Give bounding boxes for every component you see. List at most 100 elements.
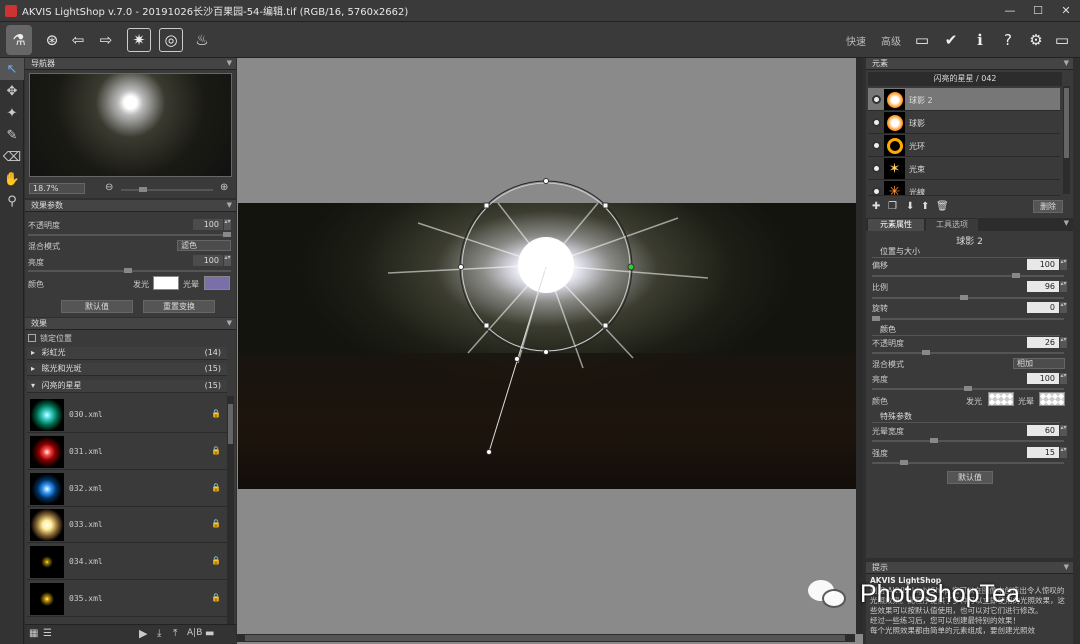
zoom-slider[interactable] xyxy=(121,187,213,192)
effect-item[interactable]: 035.xml 🔒 xyxy=(27,581,227,617)
blend-mode-select[interactable]: 相加 xyxy=(1013,358,1065,369)
element-item[interactable]: 球影 xyxy=(868,111,1060,134)
visibility-icon[interactable] xyxy=(872,141,881,150)
tab-tool-options[interactable]: 工具选项 xyxy=(926,219,978,231)
transform-tool-icon[interactable]: ✥ xyxy=(0,80,24,102)
element-item[interactable]: 光环 xyxy=(868,134,1060,157)
redo-button[interactable]: ⇨ xyxy=(94,28,118,52)
opacity-value[interactable]: 26 xyxy=(1027,337,1059,348)
canvas-scrollbar-h[interactable] xyxy=(237,634,855,642)
folder-icon[interactable]: ▬ xyxy=(205,628,214,639)
collapse-icon[interactable]: ▼ xyxy=(1064,58,1069,69)
elements-scrollbar[interactable] xyxy=(1063,86,1070,194)
rename-icon[interactable]: A|B xyxy=(187,628,202,638)
props-default-button[interactable]: 默认值 xyxy=(947,471,993,484)
effect-group-shining-stars[interactable]: ▾ 闪亮的星星 (15) xyxy=(27,380,227,393)
zoom-tool-icon[interactable]: ⚲ xyxy=(0,190,24,212)
help-icon[interactable]: ? xyxy=(996,28,1020,52)
opacity-slider[interactable] xyxy=(872,350,1064,355)
trash-icon[interactable]: 🗑 xyxy=(936,201,949,212)
before-view-button[interactable]: ✷ xyxy=(127,28,151,52)
visibility-icon[interactable] xyxy=(872,95,881,104)
brightness-value[interactable]: 100 xyxy=(1027,373,1059,384)
halo-color-swatch[interactable] xyxy=(1039,392,1065,406)
tab-element-props[interactable]: 元素属性 xyxy=(868,219,924,231)
element-item-selected[interactable]: 球影 2 xyxy=(868,88,1060,111)
scale-spinner[interactable]: ▴▾ xyxy=(1060,281,1067,292)
effect-item[interactable]: 032.xml 🔒 xyxy=(27,471,227,507)
visibility-icon[interactable] xyxy=(872,118,881,127)
brightness-spinner[interactable]: ▴▾ xyxy=(1060,373,1067,384)
zoom-out-icon[interactable]: ⊖ xyxy=(105,182,113,193)
reset-transform-button[interactable]: 重置变换 xyxy=(143,300,215,313)
canvas-area[interactable] xyxy=(237,58,863,644)
export-icon[interactable]: ⤒ xyxy=(173,628,177,639)
glow-color-swatch[interactable] xyxy=(988,392,1014,406)
brush-tool-icon[interactable]: ✎ xyxy=(0,124,24,146)
select-tool-icon[interactable]: ↖ xyxy=(0,58,24,80)
halo-width-value[interactable]: 60 xyxy=(1027,425,1059,436)
halo-width-slider[interactable] xyxy=(872,438,1064,443)
presets-icon[interactable]: ▭ xyxy=(910,28,934,52)
brightness-spinner[interactable]: ▴▾ xyxy=(224,255,231,266)
offset-value[interactable]: 100 xyxy=(1027,259,1059,270)
advanced-mode-tab[interactable]: 高级 xyxy=(881,33,901,48)
delete-button[interactable]: 删除 xyxy=(1033,200,1063,213)
lock-position-checkbox[interactable] xyxy=(28,334,36,342)
visibility-icon[interactable] xyxy=(872,164,881,173)
canvas-scrollbar-v[interactable] xyxy=(856,58,863,634)
minimize-button[interactable]: — xyxy=(1002,3,1018,19)
open-image-button[interactable]: ⊛ xyxy=(40,28,64,52)
collapse-icon[interactable]: ▼ xyxy=(227,58,232,69)
navigator-preview[interactable] xyxy=(29,73,232,177)
default-button[interactable]: 默认值 xyxy=(61,300,133,313)
import-icon[interactable]: ⤓ xyxy=(157,628,161,639)
intensity-value[interactable]: 15 xyxy=(1027,447,1059,458)
effect-item[interactable]: 031.xml 🔒 xyxy=(27,434,227,470)
maximize-button[interactable]: ☐ xyxy=(1030,3,1046,19)
intensity-spinner[interactable]: ▴▾ xyxy=(1060,447,1067,458)
zoom-select[interactable]: 18.7% xyxy=(29,183,85,194)
hand-tool-icon[interactable]: ✋ xyxy=(0,168,24,190)
halo-width-spinner[interactable]: ▴▾ xyxy=(1060,425,1067,436)
batch-button[interactable]: ♨ xyxy=(190,28,214,52)
collapse-icon[interactable]: ▼ xyxy=(1064,219,1069,227)
opacity-value[interactable]: 100 xyxy=(193,219,223,230)
intensity-slider[interactable] xyxy=(872,460,1064,465)
info-icon[interactable]: ℹ xyxy=(968,28,992,52)
collapse-icon[interactable]: ▼ xyxy=(227,318,232,329)
apply-check-icon[interactable]: ✔ xyxy=(939,28,963,52)
rotate-slider[interactable] xyxy=(872,316,1064,321)
effect-item[interactable]: 033.xml 🔒 xyxy=(27,507,227,543)
effects-scrollbar[interactable] xyxy=(227,396,234,624)
eraser-tool-icon[interactable]: ⌫ xyxy=(0,146,24,168)
zoom-in-icon[interactable]: ⊕ xyxy=(220,182,228,193)
offset-slider[interactable] xyxy=(872,273,1064,278)
opacity-spinner[interactable]: ▴▾ xyxy=(224,219,231,230)
effect-item[interactable]: 034.xml 🔒 xyxy=(27,544,227,580)
grid-view-icon[interactable]: ▦ xyxy=(29,628,38,639)
brightness-slider[interactable] xyxy=(872,386,1064,391)
offset-spinner[interactable]: ▴▾ xyxy=(1060,259,1067,270)
add-element-icon[interactable]: ✚ xyxy=(872,201,880,212)
collapse-icon[interactable]: ▼ xyxy=(1064,562,1069,573)
brightness-slider[interactable] xyxy=(28,268,231,273)
effect-group-glare[interactable]: ▸ 眩光和光斑 (15) xyxy=(27,363,227,376)
visibility-icon[interactable] xyxy=(872,187,881,195)
effect-group-rainbow[interactable]: ▸ 彩虹光 (14) xyxy=(27,347,227,360)
fast-mode-tab[interactable]: 快速 xyxy=(846,33,866,48)
opacity-spinner[interactable]: ▴▾ xyxy=(1060,337,1067,348)
transform-handles[interactable] xyxy=(237,58,863,644)
brightness-value[interactable]: 100 xyxy=(193,255,223,266)
opacity-slider[interactable] xyxy=(28,232,231,237)
element-item[interactable]: ✳ 光線 xyxy=(868,180,1060,196)
rotate-spinner[interactable]: ▴▾ xyxy=(1060,302,1067,313)
blend-mode-select[interactable]: 滤色 xyxy=(177,240,231,251)
list-view-icon[interactable]: ☰ xyxy=(43,628,52,639)
move-up-icon[interactable]: ⬆ xyxy=(921,201,929,212)
scale-slider[interactable] xyxy=(872,295,1064,300)
add-effect-tool-icon[interactable]: ✦ xyxy=(0,102,24,124)
after-view-button[interactable]: ◎ xyxy=(159,28,183,52)
halo-color-swatch[interactable] xyxy=(204,276,230,290)
comment-icon[interactable]: ▭ xyxy=(1050,28,1074,52)
